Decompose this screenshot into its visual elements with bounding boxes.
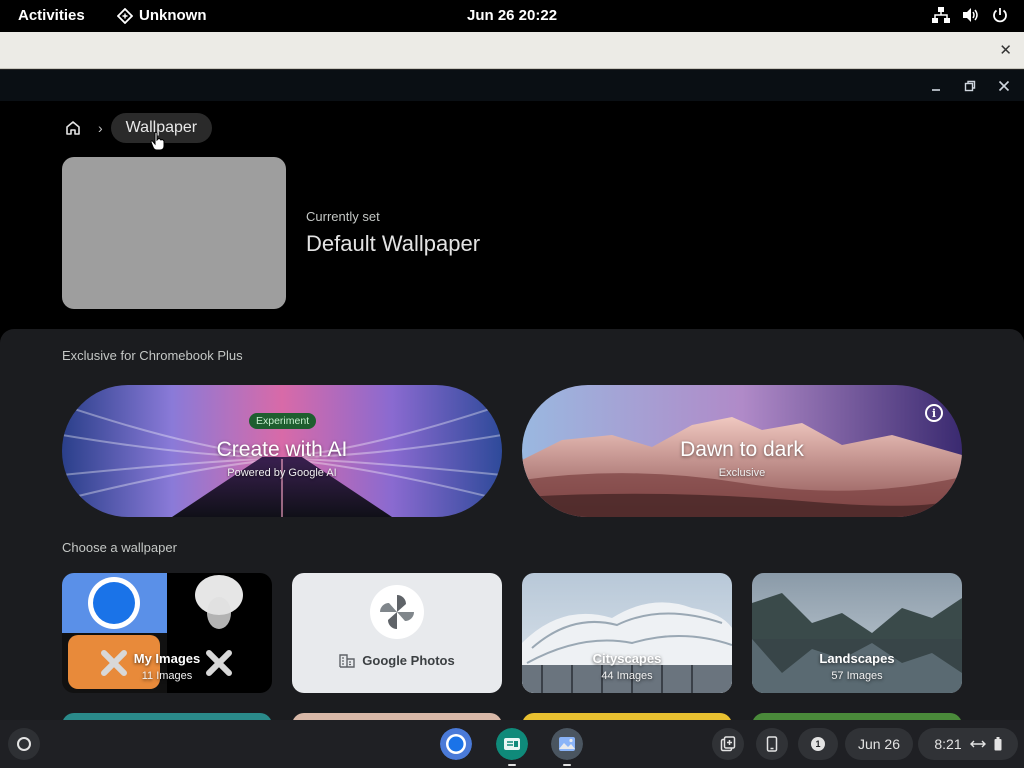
google-photos-label-row: Google Photos: [292, 653, 502, 668]
system-tray[interactable]: [932, 7, 1008, 23]
home-button[interactable]: [62, 117, 84, 139]
running-indicator: [563, 764, 571, 766]
network-icon: [932, 7, 950, 23]
launcher-circle-icon: [17, 737, 31, 751]
chrome-icon[interactable]: [440, 728, 472, 760]
cityscapes-name: Cityscapes: [592, 651, 662, 666]
shelf-time: 8:21: [934, 736, 962, 752]
screen-capture-icon: [720, 736, 736, 752]
close-icon: [998, 80, 1010, 91]
dawn-to-dark-title: Dawn to dark: [680, 438, 804, 461]
notification-count-badge: 1: [811, 737, 825, 751]
gnome-top-bar: Activities Unknown Jun 26 20:22: [0, 0, 1024, 32]
window-titlebar: [0, 69, 1024, 101]
my-images-tile[interactable]: My Images 11 Images: [62, 573, 272, 693]
cityscapes-tile[interactable]: Cityscapes 44 Images: [522, 573, 732, 693]
landscapes-count: 57 Images: [831, 670, 883, 682]
running-indicator: [508, 764, 516, 766]
building-icon: [339, 653, 355, 668]
my-images-name: My Images: [133, 651, 201, 666]
status-area[interactable]: 8:21: [918, 728, 1018, 760]
currently-set-label: Currently set: [306, 209, 380, 224]
screen-capture-button[interactable]: [712, 728, 744, 760]
choose-wallpaper-title: Choose a wallpaper: [62, 540, 177, 555]
power-icon: [993, 8, 1007, 23]
app-diamond-icon: [117, 7, 133, 24]
hand-cursor-icon: [150, 131, 165, 151]
wallpaper-collections-panel: Exclusive for Chromebook Plus Experiment…: [0, 329, 1024, 729]
close-strip-icon[interactable]: ✕: [999, 41, 1012, 59]
files-app-icon[interactable]: [496, 728, 528, 760]
create-with-ai-card[interactable]: Experiment Create with AI Powered by Goo…: [62, 385, 502, 517]
minimize-icon: [932, 88, 940, 91]
wallpaper-app-window: › Wallpaper Currently set Default Wallpa…: [0, 69, 1024, 729]
current-wallpaper-thumbnail: [62, 157, 286, 309]
experiment-badge: Experiment: [249, 413, 317, 429]
current-wallpaper-name: Default Wallpaper: [306, 231, 481, 256]
close-window-button[interactable]: [994, 76, 1014, 96]
notification-counter[interactable]: 1: [798, 728, 838, 760]
chevron-right-icon: ›: [98, 120, 103, 136]
create-with-ai-title: Create with AI: [216, 438, 348, 461]
minimize-button[interactable]: [926, 76, 946, 96]
home-icon: [66, 121, 80, 135]
app-menu[interactable]: Unknown: [117, 7, 207, 24]
restore-icon: [964, 80, 976, 91]
exclusive-section-title: Exclusive for Chromebook Plus: [62, 348, 243, 363]
battery-icon: [994, 737, 1002, 751]
breadcrumb: › Wallpaper: [60, 112, 213, 144]
dawn-to-dark-card[interactable]: i Dawn to dark Exclusive: [522, 385, 962, 517]
my-images-count: 11 Images: [141, 670, 193, 682]
cityscapes-count: 44 Images: [601, 670, 653, 682]
phone-hub-button[interactable]: [756, 728, 788, 760]
shelf-date[interactable]: Jun 26: [845, 728, 913, 760]
landscapes-tile[interactable]: Landscapes 57 Images: [752, 573, 962, 693]
google-photos-tile[interactable]: Google Photos: [292, 573, 502, 693]
volume-icon: [963, 8, 978, 22]
phone-icon: [766, 736, 778, 752]
dawn-to-dark-subtitle: Exclusive: [718, 467, 766, 479]
notification-strip: ✕: [0, 32, 1024, 69]
maximize-button[interactable]: [960, 76, 980, 96]
info-icon[interactable]: i: [925, 404, 943, 422]
chromeos-shelf: 1 Jun 26 8:21: [0, 720, 1024, 768]
wallpaper-app-icon[interactable]: [551, 728, 583, 760]
launcher-button[interactable]: [8, 728, 40, 760]
app-name-label: Unknown: [139, 7, 207, 24]
pinwheel-icon: [370, 585, 424, 639]
google-photos-name: Google Photos: [362, 653, 455, 668]
landscapes-name: Landscapes: [819, 651, 895, 666]
clock-button[interactable]: Jun 26 20:22: [467, 7, 557, 24]
create-with-ai-subtitle: Powered by Google AI: [227, 467, 337, 479]
activities-button[interactable]: Activities: [18, 7, 85, 24]
network-arrows-icon: [969, 740, 986, 748]
